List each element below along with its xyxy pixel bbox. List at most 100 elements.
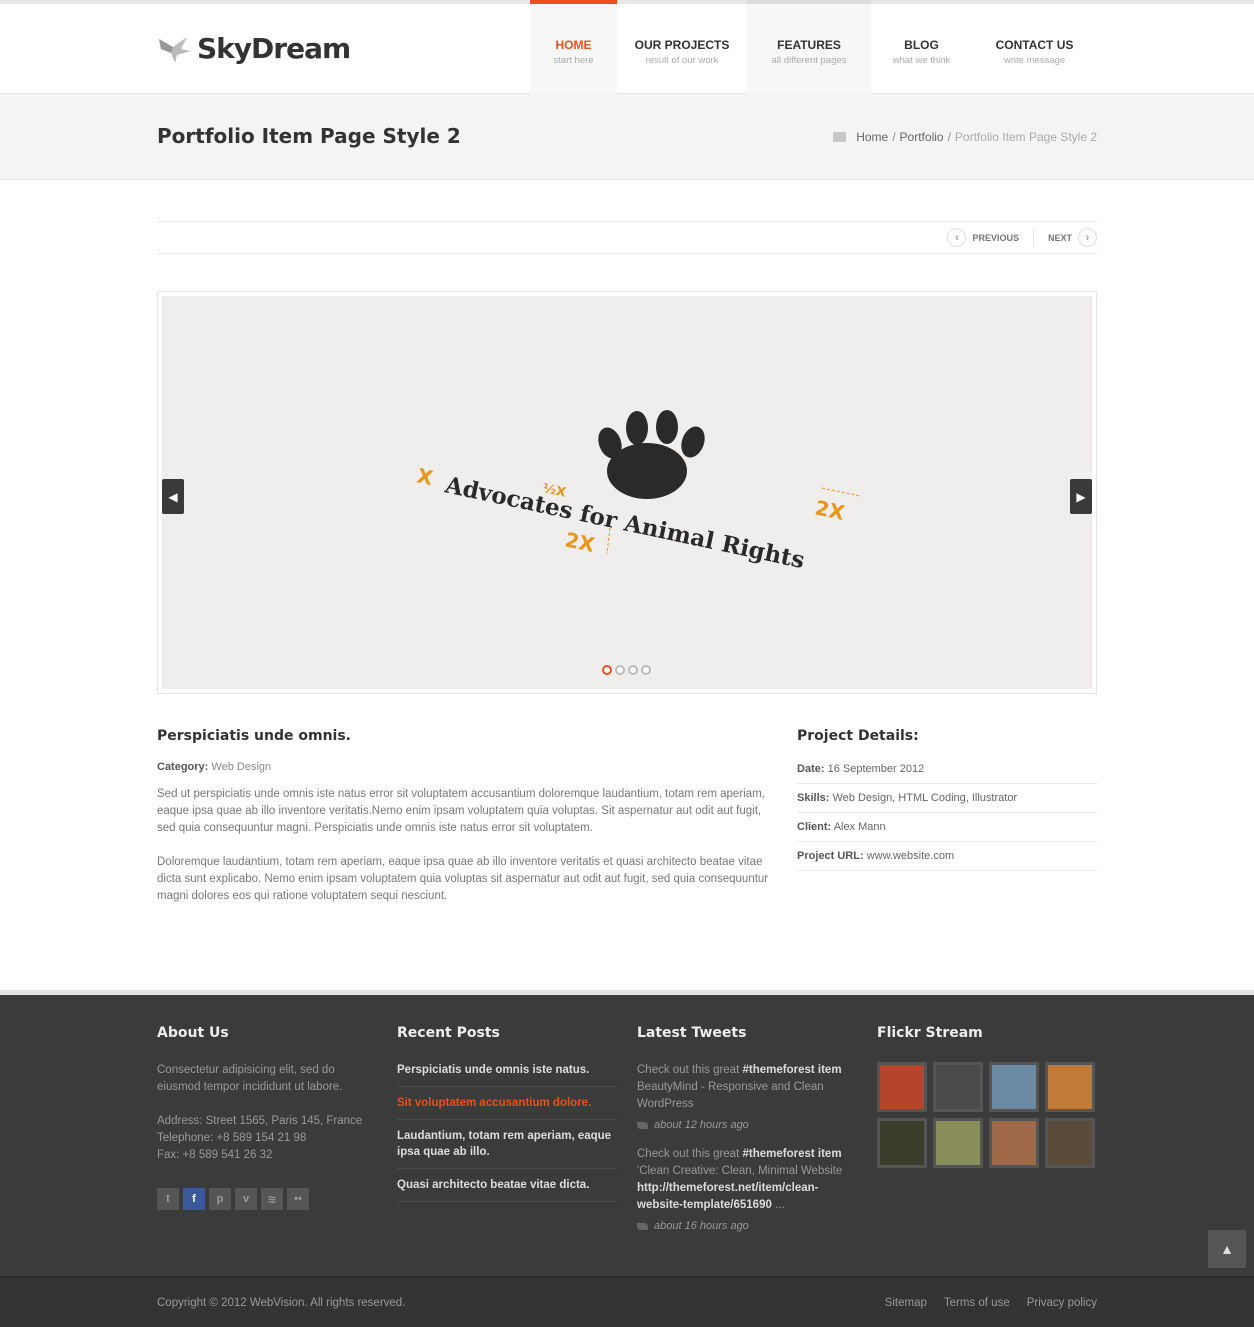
chevron-left-icon: ‹ [947,228,967,247]
site-footer: About Us Consectetur adipisicing elit, s… [0,990,1254,1276]
post-link[interactable]: Quasi architecto beatae vitae dicta. [397,1177,617,1202]
back-to-top-button[interactable]: ▲ [1208,1230,1246,1268]
slider-prev-arrow[interactable]: ◀ [162,479,184,514]
previous-label: PREVIOUS [972,232,1019,243]
bird-logo-icon [159,36,191,63]
slider-dot[interactable] [641,665,651,675]
tweet-time: about 12 hours ago [637,1117,857,1134]
footer-recent-posts: Recent Posts Perspiciatis unde omnis ist… [397,1025,617,1210]
flickr-icon[interactable]: •• [287,1188,309,1210]
page-title: Portfolio Item Page Style 2 [157,124,461,148]
flickr-thumbnail[interactable] [933,1118,983,1168]
project-details: Project Details: Date: 16 September 2012… [797,728,1097,871]
nav-label: HOME [555,38,592,52]
footer-links: Sitemap Terms of use Privacy policy [868,1297,1097,1309]
nav-contact-us[interactable]: CONTACT US write message [972,0,1097,94]
tweet-time-text: about 16 hours ago [654,1220,749,1232]
tweet: Check out this great #themeforest item '… [637,1146,857,1235]
detail-label: Project URL: [797,850,864,862]
detail-value: 16 September 2012 [827,763,925,775]
flickr-thumbnail[interactable] [877,1118,927,1168]
twitter-bird-icon [637,1223,648,1230]
flickr-thumbnail[interactable] [1045,1118,1095,1168]
vimeo-icon[interactable]: v [235,1188,257,1210]
logo[interactable]: SkyDream [157,32,351,65]
tweet: Check out this great #themeforest item B… [637,1062,857,1134]
slider-dots [602,665,654,675]
footer-link-privacy[interactable]: Privacy policy [1027,1297,1097,1309]
detail-project-url: Project URL: www.website.com [797,842,1097,871]
post-link[interactable]: Laudantium, totam rem aperiam, eaque ips… [397,1128,617,1169]
nav-sub: write message [1003,55,1066,66]
detail-value: Web Design, HTML Coding, Illustrator [832,792,1018,804]
nav-sub: result of our work [645,55,719,66]
nav-sub: start here [553,55,594,66]
detail-date: Date: 16 September 2012 [797,755,1097,784]
previous-button[interactable]: ‹ PREVIOUS [947,228,1019,247]
about-telephone: Telephone: +8 589 154 21 98 [157,1132,307,1144]
slide-2x-mark-right: 2X [813,495,847,525]
image-slider: Advocates for Animal Rights X ½X 2X 2X ◀… [157,291,1097,694]
project-paragraph: Doloremque laudantium, totam rem aperiam… [157,856,769,902]
slider-next-arrow[interactable]: ▶ [1070,479,1092,514]
facebook-icon[interactable]: f [183,1188,205,1210]
footer-link-terms[interactable]: Terms of use [944,1297,1010,1309]
breadcrumb-portfolio[interactable]: Portfolio [900,130,944,144]
twitter-icon[interactable]: t [157,1188,179,1210]
tweet-prefix: Check out this great [637,1064,743,1076]
post-link[interactable]: Sit voluptatem accusantium dolore. [397,1095,617,1120]
slide-image: Advocates for Animal Rights X ½X 2X 2X ◀… [162,296,1092,689]
footer-latest-tweets: Latest Tweets Check out this great #them… [637,1025,857,1247]
brand-name: SkyDream [197,32,351,65]
tweet-link[interactable]: http://themeforest.net/item/clean-websit… [637,1182,818,1211]
about-address: Address: Street 1565, Paris 145, France [157,1115,363,1127]
nav-blog[interactable]: BLOG what we think [871,0,972,94]
nav-label: CONTACT US [995,38,1074,52]
post-link[interactable]: Perspiciatis unde omnis iste natus. [397,1062,617,1087]
nav-label: BLOG [904,38,939,52]
flickr-thumbnail[interactable] [989,1118,1039,1168]
twitter-bird-icon [637,1122,648,1129]
detail-value[interactable]: www.website.com [867,850,954,862]
slide-x-mark: X [415,463,436,490]
breadcrumb-separator: / [892,130,896,144]
tweet-prefix: Check out this great [637,1148,743,1160]
afar-logo-illustration: Advocates for Animal Rights X ½X 2X 2X [415,410,861,574]
tweet-hashtag[interactable]: #themeforest item [742,1064,841,1076]
project-category: Category: Web Design [157,761,769,773]
footer-flickr: Flickr Stream [877,1025,1097,1168]
flickr-thumbnail[interactable] [989,1062,1039,1112]
next-button[interactable]: NEXT › [1048,228,1097,247]
tweet-text: BeautyMind - Responsive and Clean WordPr… [637,1081,824,1110]
category-value: Web Design [211,761,272,773]
flickr-heading: Flickr Stream [877,1025,983,1041]
pinterest-icon[interactable]: p [209,1188,231,1210]
next-label: NEXT [1047,232,1072,243]
footer-bottom-bar: Copyright © 2012 WebVision. All rights r… [0,1276,1254,1327]
pager-divider [1032,228,1034,247]
breadcrumb: Home / Portfolio / Portfolio Item Page S… [833,130,1097,144]
flickr-thumbnail[interactable] [933,1062,983,1112]
slider-dot[interactable] [615,665,625,675]
nav-label: FEATURES [777,38,841,52]
chevron-right-icon: › [1078,228,1097,247]
slider-dot[interactable] [602,665,612,675]
footer-about: About Us Consectetur adipisicing elit, s… [157,1025,377,1210]
social-links: t f p v ≋ •• [157,1188,377,1210]
tweet-time: about 16 hours ago [637,1218,857,1235]
nav-sub: what we think [892,55,951,66]
tweet-hashtag[interactable]: #themeforest item [742,1148,841,1160]
main-nav: HOME start here OUR PROJECTS result of o… [530,0,1097,94]
flickr-thumbnail[interactable] [877,1062,927,1112]
arrow-up-icon: ▲ [1220,1241,1234,1257]
nav-our-projects[interactable]: OUR PROJECTS result of our work [617,0,747,94]
slider-dot[interactable] [628,665,638,675]
nav-sub: all different pages [771,55,847,66]
breadcrumb-home[interactable]: Home [856,130,888,144]
nav-home[interactable]: HOME start here [530,0,617,94]
flickr-thumbnail[interactable] [1045,1062,1095,1112]
details-heading: Project Details: [797,728,919,744]
nav-features[interactable]: FEATURES all different pages [747,0,871,94]
footer-link-sitemap[interactable]: Sitemap [885,1297,927,1309]
rss-icon[interactable]: ≋ [261,1188,283,1210]
